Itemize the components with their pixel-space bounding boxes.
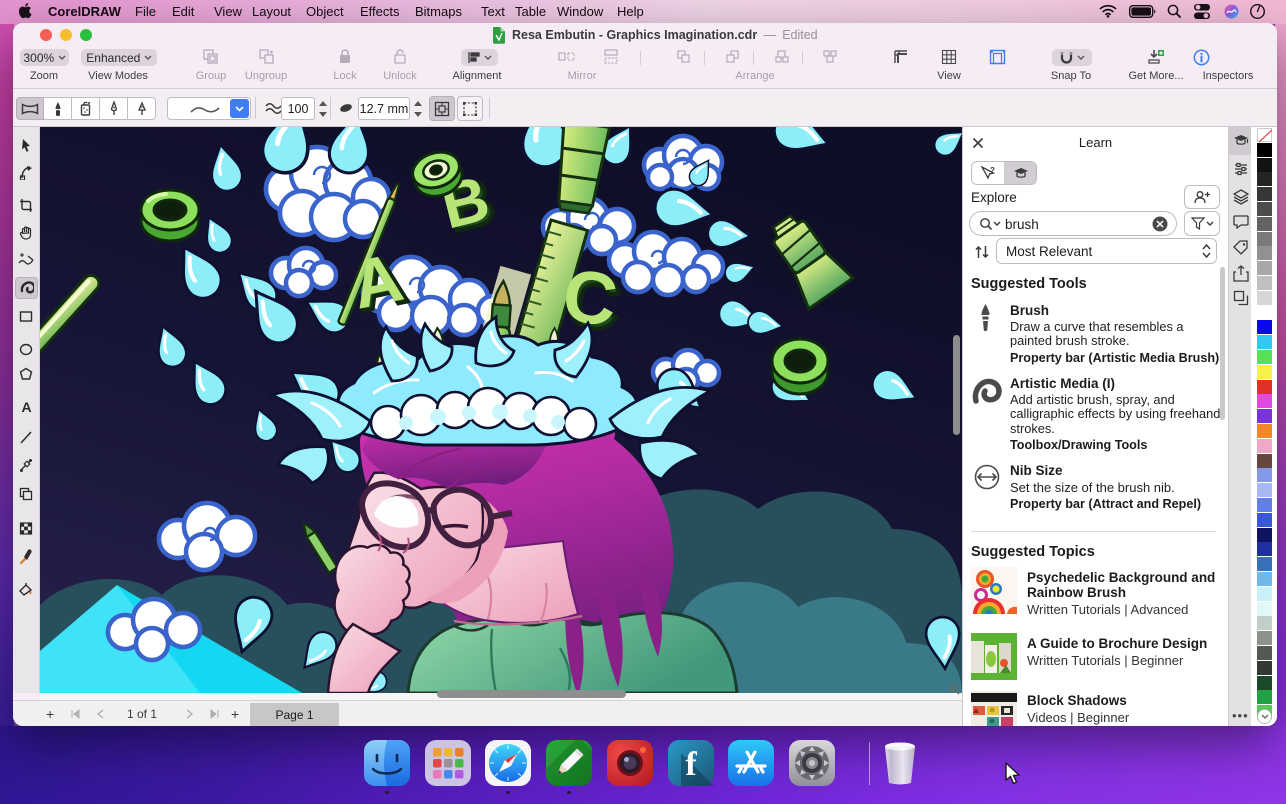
svg-text:?: ?: [990, 166, 995, 175]
svg-text:f: f: [685, 746, 697, 783]
